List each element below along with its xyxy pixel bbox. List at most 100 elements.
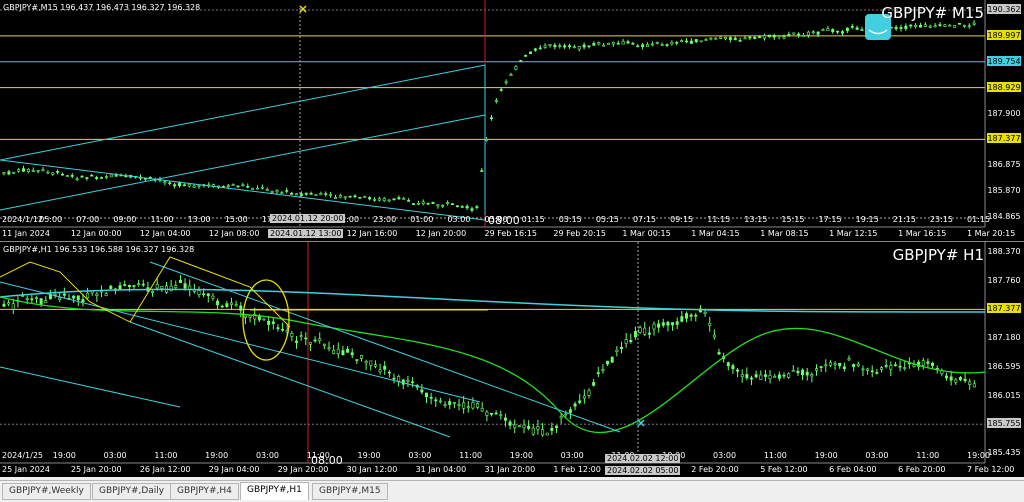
h1-candle-body (220, 305, 224, 308)
chart-m15[interactable]: GBPJPY#,M15 196.437 196.473 196.327 196.… (0, 0, 1024, 241)
h1-candle-body (76, 295, 80, 301)
m15-candle-body (519, 60, 523, 62)
m15-candle-body (90, 174, 94, 177)
tab-daily[interactable]: GBPJPY#,Daily (92, 483, 172, 500)
cross-icon (637, 419, 645, 427)
h1-candle-body (601, 369, 605, 371)
m15-inner-label: 2024/1/12 (2, 215, 44, 224)
m15-inner-label: 01:00 (410, 215, 434, 224)
m15-candle-body (36, 170, 40, 172)
m15-candle-body (397, 197, 401, 200)
m15-candle-body (377, 198, 381, 201)
tab-h4[interactable]: GBPJPY#,H4 (170, 483, 239, 500)
h1-candle-body (903, 367, 907, 369)
m15-candle-body (972, 22, 976, 25)
h1-candle-body (754, 374, 758, 378)
h1-candle-body (248, 315, 252, 318)
h1-inner-label: 03:00 (865, 451, 889, 460)
h1-time-label: 25 Jan 2024 (2, 465, 50, 474)
m15-candle-body (104, 176, 108, 178)
m15-candle-body (163, 181, 167, 184)
h1-candle-body (856, 363, 860, 367)
m15-candle-body (684, 40, 688, 43)
m15-candle-body (719, 36, 723, 39)
m15-candle-body (845, 27, 849, 32)
h1-time-label: 31 Jan 20:00 (484, 465, 536, 474)
tab-weekly[interactable]: GBPJPY#,Weekly (2, 483, 91, 500)
h1-candle-body (123, 284, 127, 286)
h1-candle-body (615, 349, 619, 352)
h1-candle-body (805, 371, 809, 376)
h1-candle-body (828, 362, 832, 366)
h1-candle-body (578, 400, 582, 403)
h1-candle-body (141, 283, 145, 286)
m15-inner-label: 13:00 (187, 215, 211, 224)
m15-candle-body (665, 44, 669, 46)
m15-candle-body (816, 31, 820, 35)
h1-candle-body (104, 293, 108, 296)
h1-candle-body (178, 279, 182, 284)
h1-candle-body (160, 286, 164, 289)
h1-candle-body (527, 425, 531, 429)
cross-icon (299, 5, 307, 13)
m15-candle-body (821, 29, 825, 32)
m15-candle-body (465, 205, 469, 209)
m15-time-label: 12 Jan 04:00 (139, 229, 191, 238)
h1-candle-body (332, 349, 336, 354)
m15-candle-body (699, 40, 703, 43)
m15-candle-body (51, 172, 55, 175)
m15-candle-body (372, 199, 376, 201)
m15-candle-body (343, 196, 347, 199)
h1-candle-body (606, 360, 610, 365)
h1-candle-body (689, 314, 693, 317)
m15-price-label: 190.362 (987, 4, 1021, 14)
h1-candle-body (318, 338, 322, 341)
m15-candle-body (192, 185, 196, 188)
h1-candle-body (773, 376, 777, 378)
h1-info: GBPJPY#,H1 196.533 196.588 196.327 196.3… (3, 245, 195, 254)
m15-candle-body (967, 25, 971, 27)
h1-candle-body (151, 291, 155, 293)
m15-candle-body (65, 175, 69, 177)
h1-candle-body (931, 362, 935, 367)
m15-candle-body (56, 171, 60, 173)
h1-candle-body (452, 402, 456, 404)
m15-candle-body (314, 194, 318, 196)
h1-candle-body (346, 348, 350, 353)
chart-h1[interactable]: GBPJPY#,H1 196.533 196.588 196.327 196.3… (0, 242, 1024, 477)
m15-candle-body (290, 192, 294, 195)
h1-moving-average-fast (0, 296, 986, 434)
m15-candle-body (319, 193, 323, 196)
m15-candle-body (236, 185, 240, 188)
h1-candle-body (230, 302, 234, 305)
m15-candle-body (46, 171, 50, 174)
h1-candle-body (276, 327, 280, 329)
m15-candle-body (348, 195, 352, 198)
m15-candle-body (17, 169, 21, 172)
h1-candle-body (541, 429, 545, 436)
m15-candle-body (694, 39, 698, 43)
h1-candle-body (708, 322, 712, 326)
h1-candle-body (657, 323, 661, 328)
m15-candle-body (918, 24, 922, 28)
tab-h1[interactable]: GBPJPY#,H1 (240, 482, 309, 500)
m15-time-label: 12 Jan 08:00 (208, 229, 260, 238)
h1-time-label: 2 Feb 20:00 (691, 465, 739, 474)
m15-candle-body (455, 205, 459, 208)
tab-m15[interactable]: GBPJPY#,M15 (312, 483, 388, 500)
h1-candle-body (712, 334, 716, 338)
m15-price-label: 187.377 (987, 133, 1021, 144)
h1-candle-body (777, 374, 781, 379)
m15-candle-body (577, 46, 581, 50)
h1-candle-body (7, 302, 11, 305)
h1-candle-body (137, 283, 141, 285)
h1-time-label: 6 Feb 20:00 (898, 465, 946, 474)
h1-candle-body (852, 364, 856, 368)
m15-candle-body (70, 175, 74, 177)
m15-candle-body (270, 191, 274, 193)
m15-candle-body (860, 29, 864, 31)
m15-candle-body (489, 117, 493, 120)
h1-candle-body (443, 404, 447, 406)
m15-time-label: 12 Jan 20:00 (415, 229, 467, 238)
m15-candle-body (494, 100, 498, 102)
